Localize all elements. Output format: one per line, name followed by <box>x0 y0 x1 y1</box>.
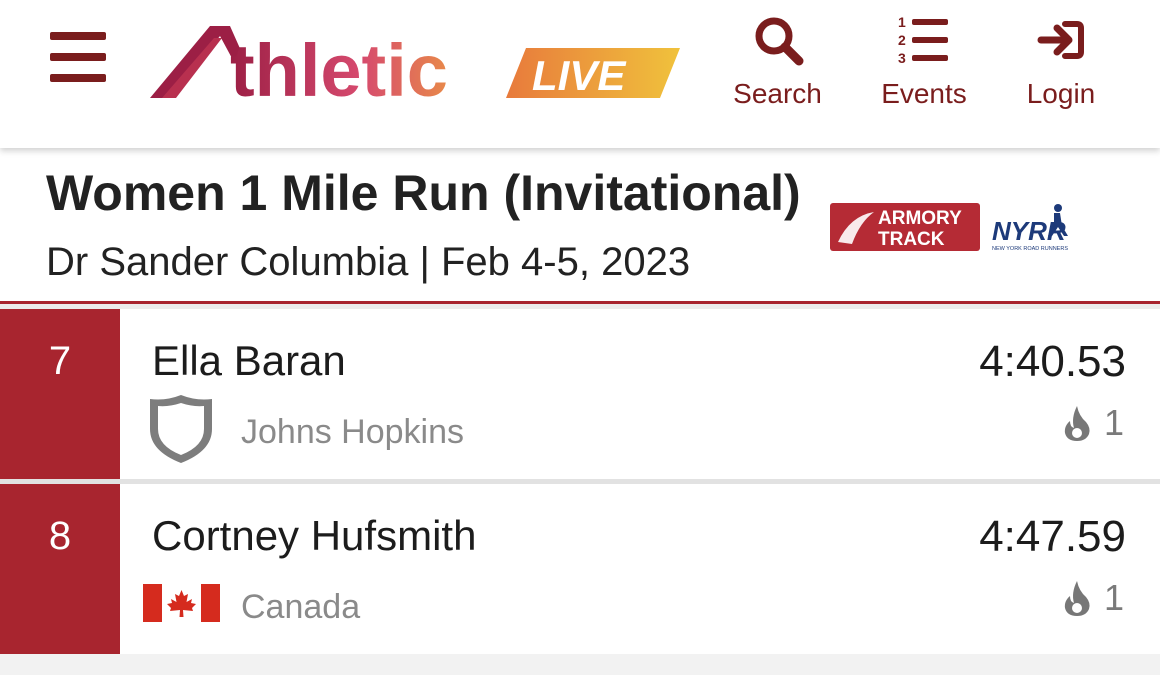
event-header: Women 1 Mile Run (Invitational) Dr Sande… <box>0 148 1160 303</box>
result-row[interactable]: 7 Ella Baran Johns Hopkins 4:40.53 1 <box>0 309 1160 479</box>
heat-indicator: 1 <box>1062 576 1124 620</box>
athlete-name[interactable]: Ella Baran <box>152 337 346 385</box>
athletic-live-logo[interactable]: thletic LIVE <box>148 22 680 104</box>
login-icon <box>1037 21 1084 59</box>
heat-indicator: 1 <box>1062 401 1124 445</box>
events-label: Events <box>881 78 967 109</box>
flame-icon <box>1064 406 1090 441</box>
place-number: 8 <box>48 514 72 558</box>
menu-icon[interactable] <box>50 32 108 84</box>
nyrr-logo: NYRR NEW YORK ROAD RUNNERS <box>992 204 1068 252</box>
svg-text:1: 1 <box>898 14 906 30</box>
search-label: Search <box>733 78 822 109</box>
logo-text: thletic <box>230 29 448 104</box>
top-header: thletic LIVE Search 1 2 3 Events Login <box>0 0 1160 148</box>
athlete-name[interactable]: Cortney Hufsmith <box>152 512 476 560</box>
armory-track-logo: ARMORY TRACK <box>830 203 980 251</box>
place-cell: 7 <box>0 309 120 479</box>
login-button[interactable]: Login <box>1018 12 1104 117</box>
flame-icon <box>1064 581 1090 616</box>
event-title: Women 1 Mile Run (Invitational) <box>46 165 801 221</box>
canada-flag-icon <box>143 584 220 622</box>
login-label: Login <box>1026 78 1096 109</box>
team-name[interactable]: Johns Hopkins <box>241 413 464 452</box>
svg-text:3: 3 <box>898 50 906 66</box>
place-cell: 8 <box>0 484 120 654</box>
numbered-list-icon: 1 2 3 <box>898 14 948 66</box>
result-mark: 4:47.59 <box>979 512 1126 561</box>
logo-live-badge: LIVE <box>532 52 627 99</box>
armory-line1: ARMORY <box>878 208 962 229</box>
shield-icon <box>150 395 212 463</box>
place-number: 7 <box>48 339 72 383</box>
heat-number: 1 <box>1103 577 1124 618</box>
search-icon <box>755 17 803 66</box>
team-name[interactable]: Canada <box>241 588 360 627</box>
result-row[interactable]: 8 Cortney Hufsmith Canada 4:47.59 1 <box>0 484 1160 654</box>
armory-line2: TRACK <box>878 229 945 250</box>
result-mark: 4:40.53 <box>979 337 1126 386</box>
nyrr-tagline: NEW YORK ROAD RUNNERS <box>992 246 1068 252</box>
event-subtitle: Dr Sander Columbia | Feb 4-5, 2023 <box>46 240 691 284</box>
heat-number: 1 <box>1103 402 1124 443</box>
svg-text:2: 2 <box>898 32 906 48</box>
bottom-strip <box>0 654 1160 675</box>
events-button[interactable]: 1 2 3 Events <box>873 12 975 117</box>
search-button[interactable]: Search <box>725 12 830 117</box>
